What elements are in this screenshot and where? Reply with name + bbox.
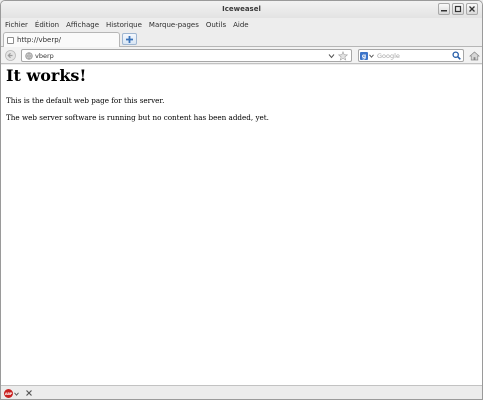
adblock-plus-icon: ABP [4,389,13,398]
status-bar: ABP [1,385,482,399]
url-text: vberp [35,52,54,60]
minimize-icon [441,10,447,12]
magnifier-icon[interactable] [452,51,461,60]
menu-edition[interactable]: Édition [35,21,59,29]
menu-outils[interactable]: Outils [206,21,226,29]
google-search-icon: g [360,52,368,60]
title-bar[interactable]: Iceweasel [1,1,482,18]
menu-bar: Fichier Édition Affichage Historique Mar… [1,18,482,31]
tab-vberp[interactable]: http://vberp/ [3,32,120,47]
home-icon [468,51,480,60]
menu-aide[interactable]: Aide [233,21,248,29]
window-title: Iceweasel [222,5,261,13]
menu-fichier[interactable]: Fichier [5,21,28,29]
page-paragraph: This is the default web page for this se… [6,96,165,105]
plus-icon [126,35,133,43]
page-heading: It works! [6,66,87,85]
navigation-toolbar: vberp g [1,47,482,64]
close-icon[interactable] [25,389,33,397]
chevron-down-icon [14,392,19,396]
star-icon[interactable] [338,51,348,61]
back-button[interactable] [4,49,17,62]
menu-historique[interactable]: Historique [106,21,142,29]
page-paragraph: The web server software is running but n… [6,113,269,122]
browser-window: Iceweasel Fichier Édition Affichage Hist… [0,0,483,400]
menu-affichage[interactable]: Affichage [66,21,99,29]
search-input[interactable] [377,51,451,61]
minimize-button[interactable] [438,3,450,15]
close-icon [469,6,475,12]
close-button[interactable] [466,3,478,15]
search-bar: g [358,49,464,62]
chevron-down-icon [369,54,374,58]
tab-label: http://vberp/ [17,36,62,44]
menu-marque-pages[interactable]: Marque-pages [149,21,199,29]
search-engine-button[interactable]: g [360,51,375,61]
home-button[interactable] [468,49,480,62]
globe-icon [25,52,33,60]
new-tab-button[interactable] [122,33,137,45]
window-controls [438,3,478,15]
url-bar[interactable]: vberp [21,49,352,62]
page-content: It works! This is the default web page f… [1,65,482,385]
chevron-down-icon[interactable] [328,53,335,59]
adblock-button[interactable]: ABP [4,389,19,398]
tab-bar: http://vberp/ [1,31,482,47]
maximize-button[interactable] [452,3,464,15]
maximize-icon [454,5,462,13]
blank-page-icon [7,36,14,44]
back-arrow-icon [5,50,16,61]
